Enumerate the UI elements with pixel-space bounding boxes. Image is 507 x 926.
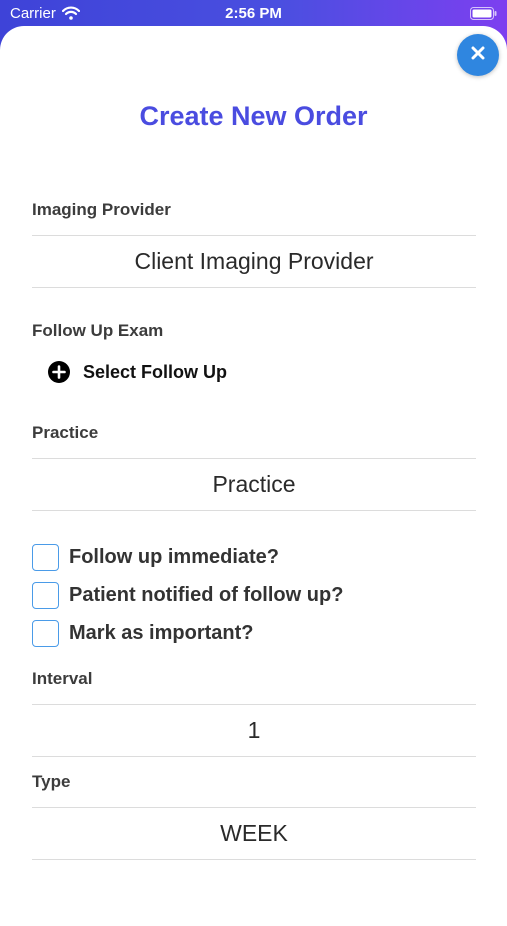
type-field[interactable]: WEEK [32,807,476,860]
mark-important-checkbox-row[interactable]: Mark as important? [32,618,253,648]
select-follow-up-label: Select Follow Up [83,361,228,382]
follow-up-exam-label: Follow Up Exam [32,321,164,340]
close-button[interactable] [457,34,499,76]
status-time: 2:56 PM [225,5,282,22]
patient-notified-checkbox[interactable] [32,581,59,609]
patient-notified-checkbox-row[interactable]: Patient notified of follow up? [32,580,343,610]
imaging-provider-field[interactable]: Client Imaging Provider [32,235,476,288]
practice-field[interactable]: Practice [32,458,476,511]
battery-icon [470,7,497,25]
interval-field[interactable]: 1 [32,704,476,757]
mark-important-label: Mark as important? [69,621,254,644]
select-follow-up-button[interactable]: Select Follow Up [48,360,227,384]
mark-important-checkbox[interactable] [32,619,59,647]
imaging-provider-label: Imaging Provider [32,200,171,219]
close-icon [471,46,485,65]
page-title: Create New Order [139,101,368,131]
type-label: Type [32,772,71,791]
practice-label: Practice [32,423,99,442]
follow-up-immediate-checkbox-row[interactable]: Follow up immediate? [32,542,279,572]
follow-up-immediate-checkbox[interactable] [32,543,59,571]
status-bar: Carrier 2:56 PM [0,0,507,28]
follow-up-immediate-label: Follow up immediate? [69,545,280,568]
plus-circle-icon [48,361,70,383]
patient-notified-label: Patient notified of follow up? [69,583,344,606]
interval-label: Interval [32,669,93,688]
